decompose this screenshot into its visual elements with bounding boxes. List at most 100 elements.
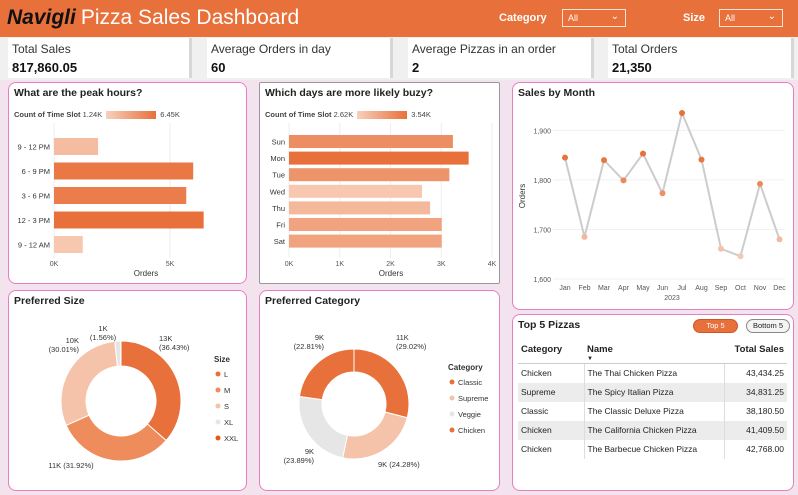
- preferred-category-panel[interactable]: Preferred Category Category Classic Supre…: [259, 290, 500, 491]
- data-point[interactable]: [640, 150, 646, 157]
- data-point[interactable]: [659, 190, 666, 197]
- x-tick-label: 0K: [285, 261, 294, 268]
- top5-pizzas-panel[interactable]: Top 5 Pizzas Top 5 Bottom 5 Category Nam…: [512, 314, 794, 491]
- data-point[interactable]: [718, 245, 724, 252]
- sales-by-month-panel[interactable]: Sales by Month Orders 2023 1,600 1,700 1,8…: [512, 82, 794, 310]
- bottom5-toggle-button[interactable]: Bottom 5: [746, 319, 790, 333]
- bar[interactable]: [54, 187, 187, 204]
- header-bar: Navigli Pizza Sales Dashboard Category Al…: [0, 0, 798, 37]
- slice-label-percent: (1.56%): [90, 333, 117, 342]
- cell-total-sales: 34,831.25: [724, 382, 787, 402]
- slice-label-percent: (23.89%): [284, 456, 315, 465]
- table-row[interactable]: Chicken The Barbecue Chicken Pizza 42,76…: [518, 439, 787, 459]
- donut-slice[interactable]: [342, 411, 408, 460]
- table-row[interactable]: Chicken The Thai Chicken Pizza 43,434.25: [518, 363, 787, 383]
- x-tick-label: Oct: [735, 285, 746, 292]
- slice-label: 9K: [305, 447, 314, 456]
- y-tick-label: 1,700: [533, 227, 551, 234]
- legend-item[interactable]: Veggie: [458, 410, 481, 419]
- bar[interactable]: [54, 211, 204, 229]
- x-axis-title: Orders: [134, 269, 158, 278]
- column-header-name-text: Name: [587, 344, 613, 355]
- column-header-name[interactable]: Name ▼: [584, 340, 724, 364]
- data-point[interactable]: [620, 177, 627, 184]
- chevron-down-icon: ⌄: [610, 11, 619, 22]
- bar[interactable]: [289, 184, 422, 198]
- cell-category: Chicken: [518, 439, 585, 459]
- peak-hours-chart: 0K 5K Orders 9 - 12 PM 6 - 9 PM 3 - 6 PM 12…: [17, 123, 204, 278]
- top5-table: Category Name ▼ Total Sales Chicken The T…: [518, 340, 787, 459]
- size-slicer[interactable]: All ⌄: [719, 9, 783, 27]
- x-tick-label: Sep: [715, 285, 728, 292]
- data-point[interactable]: [737, 253, 744, 260]
- slice-label: 11K: [396, 333, 409, 342]
- chevron-down-icon: ⌄: [767, 11, 776, 22]
- legend-item[interactable]: XL: [224, 418, 233, 427]
- data-point[interactable]: [679, 110, 685, 116]
- category-label: Wed: [270, 187, 285, 196]
- bar[interactable]: [289, 234, 442, 248]
- bar[interactable]: [289, 201, 431, 215]
- kpi-total-orders: Total Orders 21,350: [608, 38, 794, 78]
- panel-title: Sales by Month: [518, 87, 596, 99]
- category-slicer[interactable]: All ⌄: [562, 9, 626, 27]
- table-row[interactable]: Chicken The California Chicken Pizza 41,…: [518, 420, 787, 440]
- category-label: 12 - 3 PM: [17, 216, 50, 225]
- top5-toggle-button[interactable]: Top 5: [693, 319, 738, 333]
- table-row[interactable]: Supreme The Spicy Italian Pizza 34,831.2…: [518, 382, 787, 402]
- legend-item[interactable]: Classic: [458, 378, 482, 387]
- legend-item[interactable]: Supreme: [458, 394, 488, 403]
- cell-name: The Classic Deluxe Pizza: [584, 401, 725, 421]
- cell-total-sales: 41,409.50: [724, 420, 787, 440]
- category-label: Thu: [272, 204, 285, 213]
- data-point[interactable]: [562, 154, 568, 161]
- bar[interactable]: [54, 162, 194, 180]
- legend-dot: [215, 419, 221, 425]
- x-tick-label: 2K: [386, 261, 395, 268]
- bar[interactable]: [289, 151, 469, 165]
- legend-dot: [215, 371, 221, 377]
- legend-item[interactable]: M: [224, 386, 230, 395]
- kpi-avg-pizzas-order: Average Pizzas in an order 2: [408, 38, 594, 78]
- x-tick-label: Aug: [695, 285, 708, 292]
- donut-slice[interactable]: [298, 348, 355, 401]
- category-label: 9 - 12 AM: [18, 241, 50, 250]
- legend-item[interactable]: Chicken: [458, 426, 485, 435]
- legend-dot: [449, 427, 455, 433]
- slice-label-percent: (36.43%): [159, 343, 190, 352]
- data-point[interactable]: [581, 233, 588, 240]
- donut-slice[interactable]: [353, 348, 410, 419]
- size-slicer-value: All: [725, 13, 736, 23]
- legend-title: Category: [448, 363, 483, 372]
- busy-days-panel[interactable]: Which days are more likely buzy? Count o…: [259, 82, 500, 284]
- column-header-total-sales[interactable]: Total Sales: [724, 340, 787, 364]
- preferred-size-panel[interactable]: Preferred Size Size L M S XL XXL 13K (36.43%) 1…: [8, 290, 247, 491]
- kpi-total-sales: Total Sales 817,860.05: [8, 38, 192, 78]
- bar[interactable]: [289, 218, 442, 231]
- category-label: Sun: [272, 138, 285, 147]
- panel-title: What are the peak hours?: [14, 87, 143, 99]
- bar[interactable]: [289, 168, 450, 182]
- legend-dot: [215, 387, 221, 393]
- kpi-value: 60: [211, 60, 226, 75]
- legend-item[interactable]: XXL: [224, 434, 238, 443]
- x-tick-label: Jan: [559, 285, 570, 292]
- bar[interactable]: [289, 135, 453, 148]
- bar[interactable]: [54, 138, 99, 155]
- y-axis-title: Orders: [518, 184, 527, 208]
- column-header-category[interactable]: Category: [518, 340, 584, 364]
- table-row[interactable]: Classic The Classic Deluxe Pizza 38,180.…: [518, 401, 787, 421]
- legend-item[interactable]: S: [224, 402, 229, 411]
- data-point[interactable]: [757, 180, 763, 187]
- donut-slice[interactable]: [120, 340, 182, 442]
- cell-total-sales: 42,768.00: [746, 444, 784, 454]
- legend-item[interactable]: L: [224, 370, 228, 379]
- bar[interactable]: [54, 236, 83, 253]
- slice-label: 10K: [66, 336, 79, 345]
- peak-hours-panel[interactable]: What are the peak hours? Count of Time S…: [8, 82, 247, 284]
- data-point[interactable]: [698, 156, 705, 163]
- data-point[interactable]: [601, 157, 607, 164]
- kpi-title: Average Orders in day: [211, 42, 331, 56]
- x-tick-label: 3K: [437, 261, 446, 268]
- data-point[interactable]: [776, 236, 783, 243]
